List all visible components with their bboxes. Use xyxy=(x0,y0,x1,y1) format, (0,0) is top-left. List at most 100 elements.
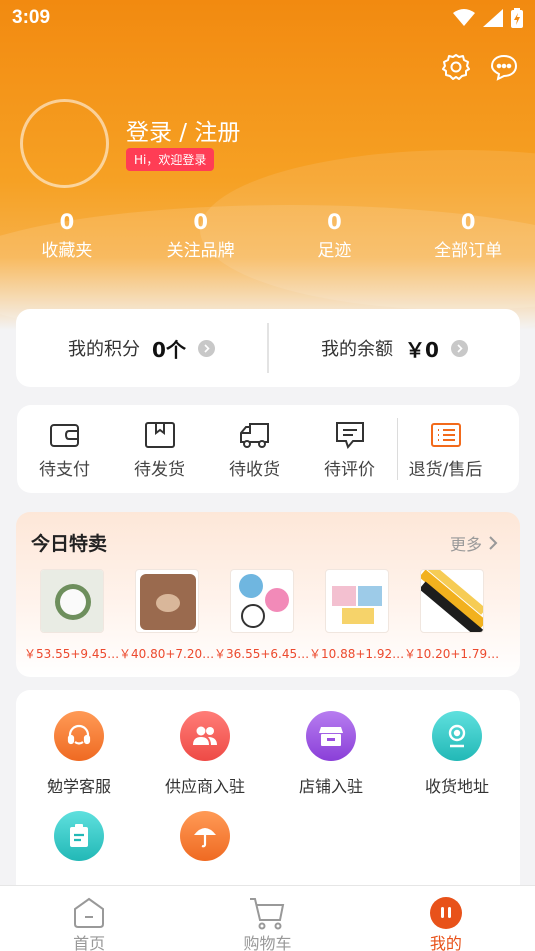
avatar[interactable] xyxy=(20,99,109,188)
stat-all-orders[interactable]: 0 全部订单 xyxy=(401,210,535,261)
service-icon-circle xyxy=(306,711,356,761)
service-label: 勉学客服 xyxy=(46,777,111,796)
tab-home[interactable]: 首页 xyxy=(0,886,178,951)
order-pending-receipt[interactable]: 待收货 xyxy=(207,419,302,480)
order-label: 待支付 xyxy=(39,459,90,480)
location-icon xyxy=(448,724,466,748)
wifi-icon xyxy=(453,9,475,26)
comment-icon xyxy=(335,421,364,449)
order-pending-payment[interactable]: 待支付 xyxy=(17,419,112,480)
stat-count: 0 xyxy=(193,210,208,234)
signal-icon xyxy=(483,9,503,27)
tab-label: 购物车 xyxy=(243,934,292,951)
stat-count: 0 xyxy=(460,210,476,234)
package-icon xyxy=(144,421,175,448)
product-price: ￥40.80+7.20… xyxy=(119,647,214,661)
shop-icon xyxy=(319,727,343,746)
tab-profile[interactable]: 我的 xyxy=(357,886,535,951)
stat-label: 全部订单 xyxy=(434,241,503,261)
cart-icon xyxy=(250,898,285,930)
tab-cart[interactable]: 购物车 xyxy=(178,886,356,951)
product-image xyxy=(134,569,199,633)
chat-bubble-icon xyxy=(490,54,518,81)
status-bar: 3:09 xyxy=(0,0,535,36)
my-points-button[interactable]: 我的积分 0个 xyxy=(16,334,267,363)
product-image xyxy=(229,569,294,633)
product-card[interactable]: ￥36.55+6.45… xyxy=(214,569,309,662)
product-price: ￥36.55+6.45… xyxy=(214,647,309,661)
stat-count: 0 xyxy=(59,210,75,234)
product-card[interactable]: ￥40.80+7.20… xyxy=(119,569,214,662)
order-status-card: 待支付 待发货 待收货 待评价 退货/售后 xyxy=(17,405,519,493)
service-icon-circle xyxy=(180,711,230,761)
truck-icon xyxy=(239,422,269,448)
service-label: 店铺入驻 xyxy=(298,777,363,796)
service-shipping-address[interactable]: 收货地址 xyxy=(394,711,520,797)
stat-favorites[interactable]: 0 收藏夹 xyxy=(0,210,134,261)
stat-footprints[interactable]: 0 足迹 xyxy=(268,210,402,261)
status-time: 3:09 xyxy=(12,7,51,28)
service-icon-circle xyxy=(54,711,104,761)
product-price: ￥53.55+9.45… xyxy=(24,647,119,661)
order-label: 退货/售后 xyxy=(408,459,483,480)
headset-icon xyxy=(67,724,91,745)
service-item-5[interactable] xyxy=(16,811,142,873)
wallet-card: 我的积分 0个 我的余额 ￥0 xyxy=(16,309,520,387)
points-value: 0个 xyxy=(152,337,186,362)
bottom-tab-bar: 首页 购物车 我的 xyxy=(0,885,535,951)
daily-deals-card: 今日特卖 更多 ￥53.55+9.45… ￥40.80+7.20… ￥36.55… xyxy=(16,512,520,677)
more-link[interactable]: 更多 xyxy=(450,531,498,555)
chevron-right-icon xyxy=(197,339,215,357)
service-supplier-join[interactable]: 供应商入驻 xyxy=(142,711,268,797)
chevron-right-icon xyxy=(450,339,468,357)
product-card[interactable]: ￥10.88+1.92… xyxy=(309,569,404,662)
tab-label: 首页 xyxy=(73,934,106,951)
login-register-link[interactable]: 登录 / 注册 xyxy=(126,113,240,147)
stat-count: 0 xyxy=(327,210,342,234)
welcome-badge: Hi，欢迎登录 xyxy=(126,148,215,171)
order-pending-shipment[interactable]: 待发货 xyxy=(112,419,207,480)
service-label: 收货地址 xyxy=(424,777,489,796)
umbrella-icon xyxy=(194,828,216,848)
points-label: 我的积分 xyxy=(68,339,141,360)
order-label: 待发货 xyxy=(134,459,185,480)
service-icon-circle xyxy=(180,811,230,861)
product-image xyxy=(39,569,104,633)
balance-label: 我的余额 xyxy=(321,339,394,360)
product-image xyxy=(324,569,389,633)
stat-label: 足迹 xyxy=(317,241,352,261)
users-icon xyxy=(193,726,217,745)
service-icon-circle xyxy=(54,811,104,861)
product-image xyxy=(419,569,484,633)
services-card: 勉学客服 供应商入驻 店铺入驻 收货地址 xyxy=(16,690,520,900)
settings-button[interactable] xyxy=(441,52,471,82)
product-card[interactable]: ￥10.20+1.79… xyxy=(404,569,499,662)
service-store-join[interactable]: 店铺入驻 xyxy=(268,711,394,797)
battery-icon xyxy=(511,8,523,28)
wallet-icon xyxy=(49,423,79,447)
service-label: 供应商入驻 xyxy=(164,777,245,796)
profile-stats: 0 收藏夹 0 关注品牌 0 足迹 0 全部订单 xyxy=(0,210,535,261)
service-icon-circle xyxy=(432,711,482,761)
messages-button[interactable] xyxy=(489,52,519,82)
order-returns-aftersales[interactable]: 退货/售后 xyxy=(398,419,493,480)
service-customer-support[interactable]: 勉学客服 xyxy=(16,711,142,797)
my-balance-button[interactable]: 我的余额 ￥0 xyxy=(269,334,520,363)
tab-label: 我的 xyxy=(429,934,462,951)
list-icon xyxy=(430,422,461,447)
service-item-6[interactable] xyxy=(142,811,268,873)
balance-value: ￥0 xyxy=(405,337,439,362)
chevron-right-icon xyxy=(489,536,498,550)
order-pending-review[interactable]: 待评价 xyxy=(302,419,397,480)
product-price: ￥10.20+1.79… xyxy=(404,647,499,661)
profile-icon xyxy=(429,897,462,929)
product-card[interactable]: ￥53.55+9.45… xyxy=(24,569,119,662)
stat-label: 收藏夹 xyxy=(41,241,93,261)
gear-icon xyxy=(442,54,470,80)
stat-label: 关注品牌 xyxy=(166,241,235,261)
product-price: ￥10.88+1.92… xyxy=(309,647,404,661)
order-label: 待评价 xyxy=(324,459,375,480)
order-label: 待收货 xyxy=(229,459,280,480)
stat-followed-brands[interactable]: 0 关注品牌 xyxy=(134,210,268,261)
more-label: 更多 xyxy=(449,535,482,554)
